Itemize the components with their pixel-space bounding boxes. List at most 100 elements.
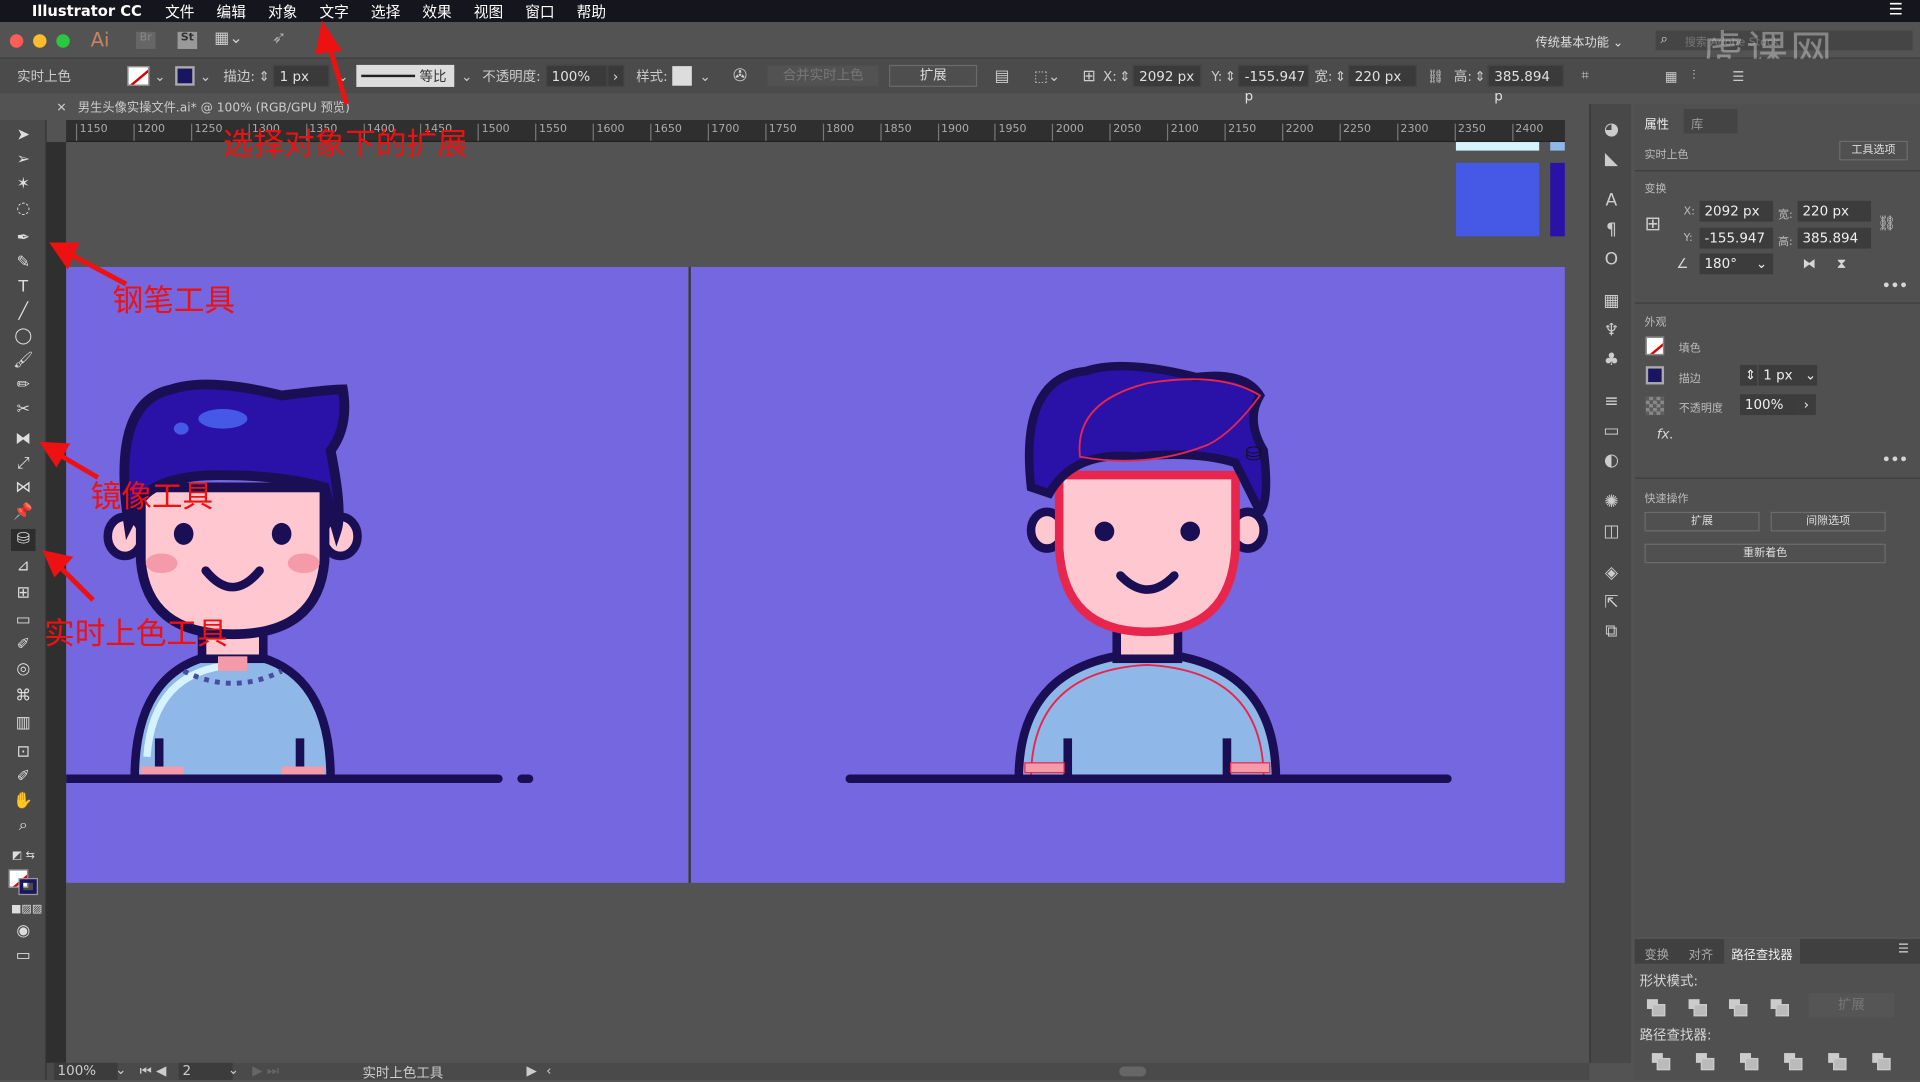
swatch-light[interactable] (1455, 142, 1540, 151)
crop-icon[interactable] (1784, 1053, 1803, 1071)
workspace-switcher[interactable]: 传统基本功能 ⌄ (1536, 32, 1624, 50)
tab-transform[interactable]: 变换 (1644, 944, 1668, 962)
stepper-icon[interactable]: ⇕ (1740, 364, 1758, 386)
height-input[interactable]: 385.894 (1797, 227, 1872, 249)
reference-point-icon[interactable]: ⊞ (1644, 212, 1660, 235)
character-icon[interactable]: A (1600, 190, 1622, 212)
width-input[interactable]: 220 px (1797, 200, 1872, 222)
artboard-tool-icon[interactable]: ⊡ (11, 742, 35, 764)
scroll-left-arrow[interactable]: ‹ (546, 1063, 551, 1079)
menu-help[interactable]: 帮助 (566, 1, 617, 22)
libraries-icon[interactable]: ◣ (1600, 148, 1622, 170)
more-options-icon[interactable]: ••• (1882, 452, 1908, 468)
brushes-icon[interactable]: ♆ (1600, 320, 1622, 342)
opacity-input[interactable]: 100% (1740, 394, 1799, 416)
x-input[interactable]: 2092 px (1699, 200, 1774, 222)
swatch-sky[interactable] (1550, 142, 1565, 151)
status-menu-arrow[interactable]: ▶ (527, 1063, 537, 1079)
y-input[interactable]: -155.947 (1699, 227, 1774, 249)
list-icon[interactable]: ☰ (1889, 1, 1903, 19)
expand-button[interactable]: 扩展 (889, 64, 978, 87)
expand-button[interactable]: 扩展 (1644, 511, 1760, 532)
chevron-down-icon[interactable]: ⌄ (1800, 364, 1818, 386)
outline-icon[interactable] (1828, 1053, 1847, 1071)
recolor-wheel-icon[interactable]: ✇ (733, 66, 747, 86)
select-similar-icon[interactable]: ⬚⌄ (1034, 67, 1060, 84)
constrain-proportions-icon[interactable]: ⛓ (1427, 68, 1444, 84)
opacity-input[interactable]: 100% (545, 64, 607, 87)
swatches-icon[interactable]: ▦ (1600, 290, 1622, 312)
stepper-icon[interactable]: ⇕ (1335, 68, 1346, 84)
first-artboard-button[interactable]: ⏮ ◀ (140, 1063, 167, 1080)
transparency-icon[interactable]: ◐ (1600, 449, 1622, 471)
flip-horizontal-icon[interactable]: ⧓ (1802, 256, 1815, 272)
tab-align[interactable]: 对齐 (1689, 944, 1713, 962)
trim-icon[interactable] (1695, 1053, 1715, 1071)
angle-dropdown[interactable]: ⌄ (1751, 253, 1774, 275)
merge-icon[interactable] (1740, 1053, 1759, 1071)
distribute-icon[interactable]: ⫶ (1692, 67, 1695, 84)
flip-vertical-icon[interactable]: ⧗ (1837, 256, 1846, 273)
color-mode-icons[interactable]: ■▨▨ (11, 899, 42, 921)
zoom-input[interactable]: 100% (53, 1062, 118, 1081)
opentype-icon[interactable]: O (1600, 249, 1622, 271)
y-input[interactable]: -155.947 p (1238, 64, 1310, 104)
artboard-number-input[interactable]: 2 (178, 1062, 233, 1081)
style-swatch[interactable] (672, 66, 693, 86)
fx-button[interactable]: fx. (1657, 426, 1674, 442)
artboards-icon[interactable]: ⧉ (1600, 621, 1622, 643)
symbols-icon[interactable]: ♣ (1600, 349, 1622, 371)
screen-mode-icon[interactable]: ▭ (11, 945, 35, 967)
pathfinder-expand-button[interactable]: 扩展 (1808, 993, 1895, 1018)
menu-icon[interactable]: ☰ (1732, 68, 1744, 84)
x-input[interactable]: 2092 px (1132, 64, 1202, 87)
color-guide-icon[interactable]: ◕ (1600, 119, 1622, 141)
width-input[interactable]: 220 px (1348, 64, 1418, 87)
stroke-icon[interactable]: ≡ (1600, 391, 1622, 413)
stepper-icon[interactable]: ⇕ (1474, 68, 1485, 84)
unite-icon[interactable] (1646, 999, 1666, 1017)
stroke-color-swatch[interactable] (18, 877, 38, 896)
symbol-sprayer-tool-icon[interactable]: ⌘ (11, 686, 35, 708)
stroke-swatch[interactable] (1645, 366, 1665, 385)
chevron-right-icon[interactable]: › (606, 64, 624, 87)
appearance-icon[interactable]: ✺ (1600, 491, 1622, 513)
chevron-right-icon[interactable]: › (1798, 394, 1816, 416)
graph-tool-icon[interactable]: ▥ (11, 713, 35, 735)
divide-icon[interactable] (1651, 1053, 1671, 1071)
gradient-icon[interactable]: ▭ (1600, 420, 1622, 442)
hand-tool-icon[interactable]: ✋ (11, 791, 35, 813)
default-colors-icon[interactable]: ◩ ⇆ (11, 845, 35, 867)
tab-properties[interactable]: 属性 (1639, 108, 1684, 134)
angle-input[interactable]: 180° (1699, 253, 1752, 275)
horizontal-scrollbar[interactable] (1119, 1066, 1147, 1077)
swatch-navy[interactable] (1550, 162, 1565, 237)
artboard-2[interactable]: ⛁ (689, 266, 1565, 883)
stepper-icon[interactable]: ⇕ (1225, 68, 1236, 84)
constrain-proportions-icon[interactable]: ⛓ (1877, 214, 1896, 231)
minus-back-icon[interactable] (1872, 1053, 1891, 1071)
exclude-icon[interactable] (1770, 999, 1789, 1017)
export-icon[interactable]: ⇱ (1600, 591, 1622, 613)
stroke-weight-input[interactable]: 1 px (1758, 364, 1801, 386)
more-options-icon[interactable]: ••• (1882, 278, 1908, 294)
gap-options-button[interactable]: 间隙选项 (1770, 511, 1886, 532)
document-setup-icon[interactable]: ▤ (995, 67, 1010, 85)
align-icon[interactable]: ▦ (1665, 68, 1678, 84)
panel-menu-icon[interactable]: ☰ (1898, 943, 1909, 956)
reference-point-icon[interactable]: ⊞ (1082, 67, 1095, 85)
chevron-down-icon[interactable]: ⌄ (228, 1062, 239, 1078)
transform-icon[interactable]: ⌗ (1581, 67, 1589, 84)
recolor-button[interactable]: 重新着色 (1644, 543, 1886, 564)
graphic-styles-icon[interactable]: ◫ (1600, 520, 1622, 542)
slice-tool-icon[interactable]: ✐ (11, 767, 35, 789)
next-artboard-button[interactable]: ▶ ⏭ (252, 1063, 279, 1080)
swatch-blue[interactable] (1455, 162, 1540, 237)
layers-icon[interactable]: ◈ (1600, 562, 1622, 584)
chevron-down-icon[interactable]: ⌄ (115, 1062, 126, 1078)
chevron-down-icon[interactable]: ⌄ (699, 68, 710, 84)
intersect-icon[interactable] (1728, 999, 1748, 1017)
fill-swatch[interactable] (1645, 336, 1665, 356)
tab-libraries[interactable]: 库 (1683, 108, 1738, 134)
merge-live-paint-button[interactable]: 合并实时上色 (766, 64, 880, 87)
